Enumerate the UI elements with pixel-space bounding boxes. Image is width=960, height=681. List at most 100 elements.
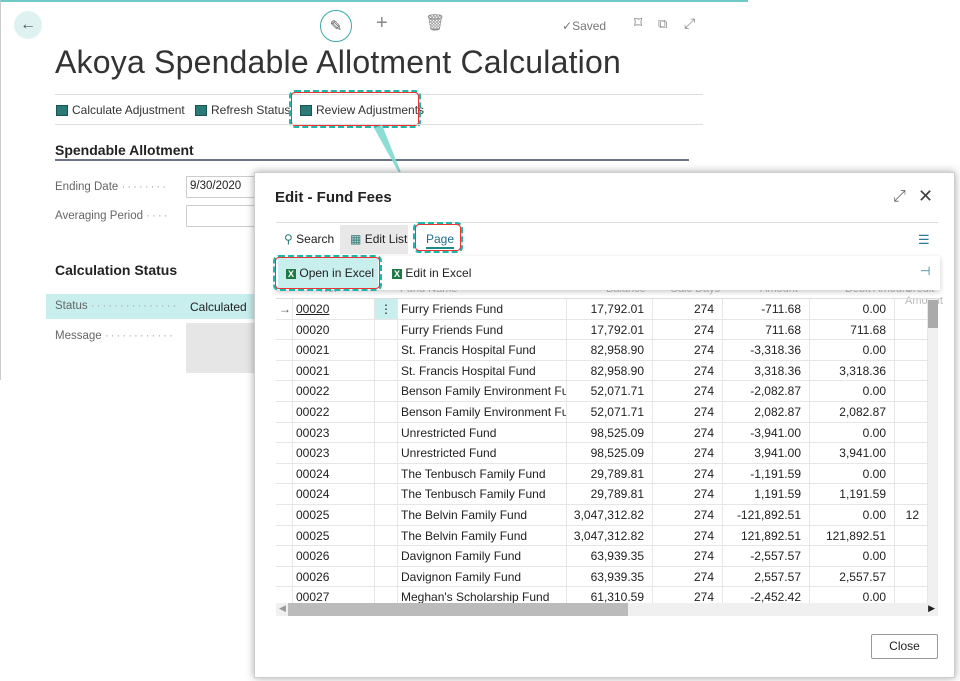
- table-row[interactable]: → 00020 ⋮ Furry Friends Fund 17,792.01 274 -71…: [276, 299, 928, 320]
- search-button[interactable]: ⚲ Search: [284, 232, 334, 246]
- debit-amount-cell: 3,941.00: [810, 443, 895, 463]
- fund-no-cell[interactable]: 00021: [293, 360, 375, 381]
- fund-no-cell[interactable]: 00024: [293, 463, 375, 484]
- table-row[interactable]: 00025 The Belvin Family Fund 3,047,312.82 2…: [276, 505, 928, 526]
- table-row[interactable]: 00021 St. Francis Hospital Fund 82,958.90 2…: [276, 340, 928, 361]
- horizontal-scrollbar[interactable]: ▶ ◀: [276, 603, 938, 616]
- refresh-status-action[interactable]: Refresh Status: [195, 103, 290, 117]
- balance-cell: 82,958.90: [567, 360, 653, 381]
- action-label: Calculate Adjustment: [72, 103, 185, 117]
- calculate-icon: [56, 104, 68, 116]
- new-button[interactable]: +: [376, 12, 388, 35]
- fund-name-cell: The Belvin Family Fund: [398, 505, 567, 525]
- table-row[interactable]: 00026 Davignon Family Fund 63,939.35 274 2,5…: [276, 566, 928, 588]
- credit-amount-cell: [895, 484, 928, 504]
- table-row[interactable]: 00020 Furry Friends Fund 17,792.01 274 711.6…: [276, 319, 928, 341]
- table-row[interactable]: 00022 Benson Family Environment Fund 52,07…: [276, 381, 928, 402]
- row-indicator: [276, 463, 293, 484]
- fund-no-cell[interactable]: 00021: [293, 340, 375, 360]
- credit-amount-cell: [895, 546, 928, 566]
- balance-cell: 98,525.09: [567, 443, 653, 463]
- debit-amount-cell: 121,892.51: [810, 525, 895, 546]
- debit-amount-cell: 0.00: [810, 381, 895, 401]
- close-dialog-icon[interactable]: ✕: [918, 186, 933, 207]
- search-icon: ⚲: [284, 232, 293, 246]
- table-row[interactable]: 00021 St. Francis Hospital Fund 82,958.90 2…: [276, 360, 928, 382]
- table-row[interactable]: 00024 The Tenbusch Family Fund 29,789.81 27…: [276, 463, 928, 485]
- fund-no-cell[interactable]: 00025: [293, 525, 375, 546]
- row-menu[interactable]: [375, 525, 398, 546]
- credit-amount-cell: [895, 319, 928, 340]
- credit-amount-cell: [895, 299, 928, 319]
- fund-no-cell[interactable]: 00026: [293, 566, 375, 587]
- calc-days-cell: 274: [653, 566, 723, 587]
- calc-days-cell: 274: [653, 381, 723, 401]
- fund-no-cell[interactable]: 00024: [293, 484, 375, 504]
- credit-amount-cell: [895, 525, 928, 546]
- balance-cell: 52,071.71: [567, 381, 653, 401]
- row-menu[interactable]: [375, 381, 398, 401]
- row-menu[interactable]: [375, 360, 398, 381]
- row-indicator: [276, 360, 293, 381]
- row-menu[interactable]: [375, 319, 398, 340]
- row-indicator: [276, 422, 293, 443]
- vertical-scrollbar[interactable]: [928, 299, 938, 603]
- edit-in-excel-button[interactable]: X Edit in Excel: [392, 266, 471, 280]
- fund-no-cell[interactable]: 00025: [293, 505, 375, 525]
- search-label: Search: [296, 232, 335, 246]
- more-options-icon[interactable]: ⋮: [375, 299, 398, 319]
- open-new-window-icon[interactable]: ⧉: [658, 16, 667, 32]
- vertical-scroll-thumb[interactable]: [928, 300, 938, 328]
- fund-no-cell[interactable]: 00022: [293, 381, 375, 401]
- fund-no-cell[interactable]: 00026: [293, 546, 375, 566]
- table-row[interactable]: 00023 Unrestricted Fund 98,525.09 274 3,941.…: [276, 443, 928, 464]
- amount-cell: 3,318.36: [723, 360, 810, 381]
- table-row[interactable]: 00027 Meghan's Scholarship Fund 61,310.59 2…: [276, 587, 928, 603]
- fund-name-cell: Davignon Family Fund: [398, 546, 567, 566]
- horizontal-scroll-thumb[interactable]: [288, 603, 628, 616]
- excel-icon: X: [392, 269, 403, 279]
- balance-cell: 82,958.90: [567, 340, 653, 360]
- list-view-icon[interactable]: ☰: [918, 232, 930, 248]
- back-button[interactable]: ←: [14, 11, 42, 39]
- row-menu[interactable]: [375, 505, 398, 525]
- table-row[interactable]: 00023 Unrestricted Fund 98,525.09 274 -3,941…: [276, 422, 928, 444]
- saved-text: Saved: [572, 19, 607, 33]
- table-row[interactable]: 00022 Benson Family Environment Fund 52,07…: [276, 402, 928, 423]
- table-row[interactable]: 00026 Davignon Family Fund 63,939.35 274 -2,…: [276, 546, 928, 567]
- expand-icon[interactable]: ⤢: [684, 15, 695, 32]
- fund-no-cell[interactable]: 00023: [293, 422, 375, 443]
- row-menu[interactable]: [375, 484, 398, 504]
- row-menu[interactable]: [375, 402, 398, 422]
- row-menu[interactable]: [375, 463, 398, 484]
- delete-button[interactable]: 🗑: [425, 13, 445, 33]
- fund-no-cell[interactable]: 00022: [293, 402, 375, 422]
- balance-cell: 3,047,312.82: [567, 525, 653, 546]
- amount-cell: 3,941.00: [723, 443, 810, 463]
- fund-name-cell: The Belvin Family Fund: [398, 525, 567, 546]
- row-menu[interactable]: [375, 443, 398, 463]
- row-menu[interactable]: [375, 566, 398, 587]
- edit-in-excel-label: Edit in Excel: [405, 266, 472, 280]
- edit-button[interactable]: ✎: [320, 10, 352, 42]
- table-row[interactable]: 00024 The Tenbusch Family Fund 29,789.81 27…: [276, 484, 928, 505]
- table-row[interactable]: 00025 The Belvin Family Fund 3,047,312.82 2…: [276, 525, 928, 547]
- row-menu[interactable]: [375, 546, 398, 566]
- row-menu[interactable]: [375, 422, 398, 443]
- row-menu[interactable]: [375, 587, 398, 603]
- fund-no-cell[interactable]: 00027: [293, 587, 375, 603]
- credit-amount-cell: [895, 340, 928, 360]
- bookmark-icon[interactable]: ⌑: [634, 13, 642, 33]
- fund-no-cell[interactable]: 00020: [293, 319, 375, 340]
- fund-no-cell[interactable]: 00023: [293, 443, 375, 463]
- edit-list-button[interactable]: ▦ Edit List: [340, 225, 408, 254]
- close-button[interactable]: Close: [871, 634, 938, 659]
- fund-name-cell: St. Francis Hospital Fund: [398, 360, 567, 381]
- fund-name-cell: Benson Family Environment Fund: [398, 381, 567, 401]
- calc-days-cell: 274: [653, 505, 723, 525]
- pin-icon[interactable]: ⊣: [920, 264, 930, 278]
- expand-dialog-icon[interactable]: ⤢: [893, 188, 906, 206]
- calculate-adjustment-action[interactable]: Calculate Adjustment: [56, 103, 185, 117]
- fund-no-cell[interactable]: 00020: [293, 299, 375, 319]
- row-menu[interactable]: [375, 340, 398, 360]
